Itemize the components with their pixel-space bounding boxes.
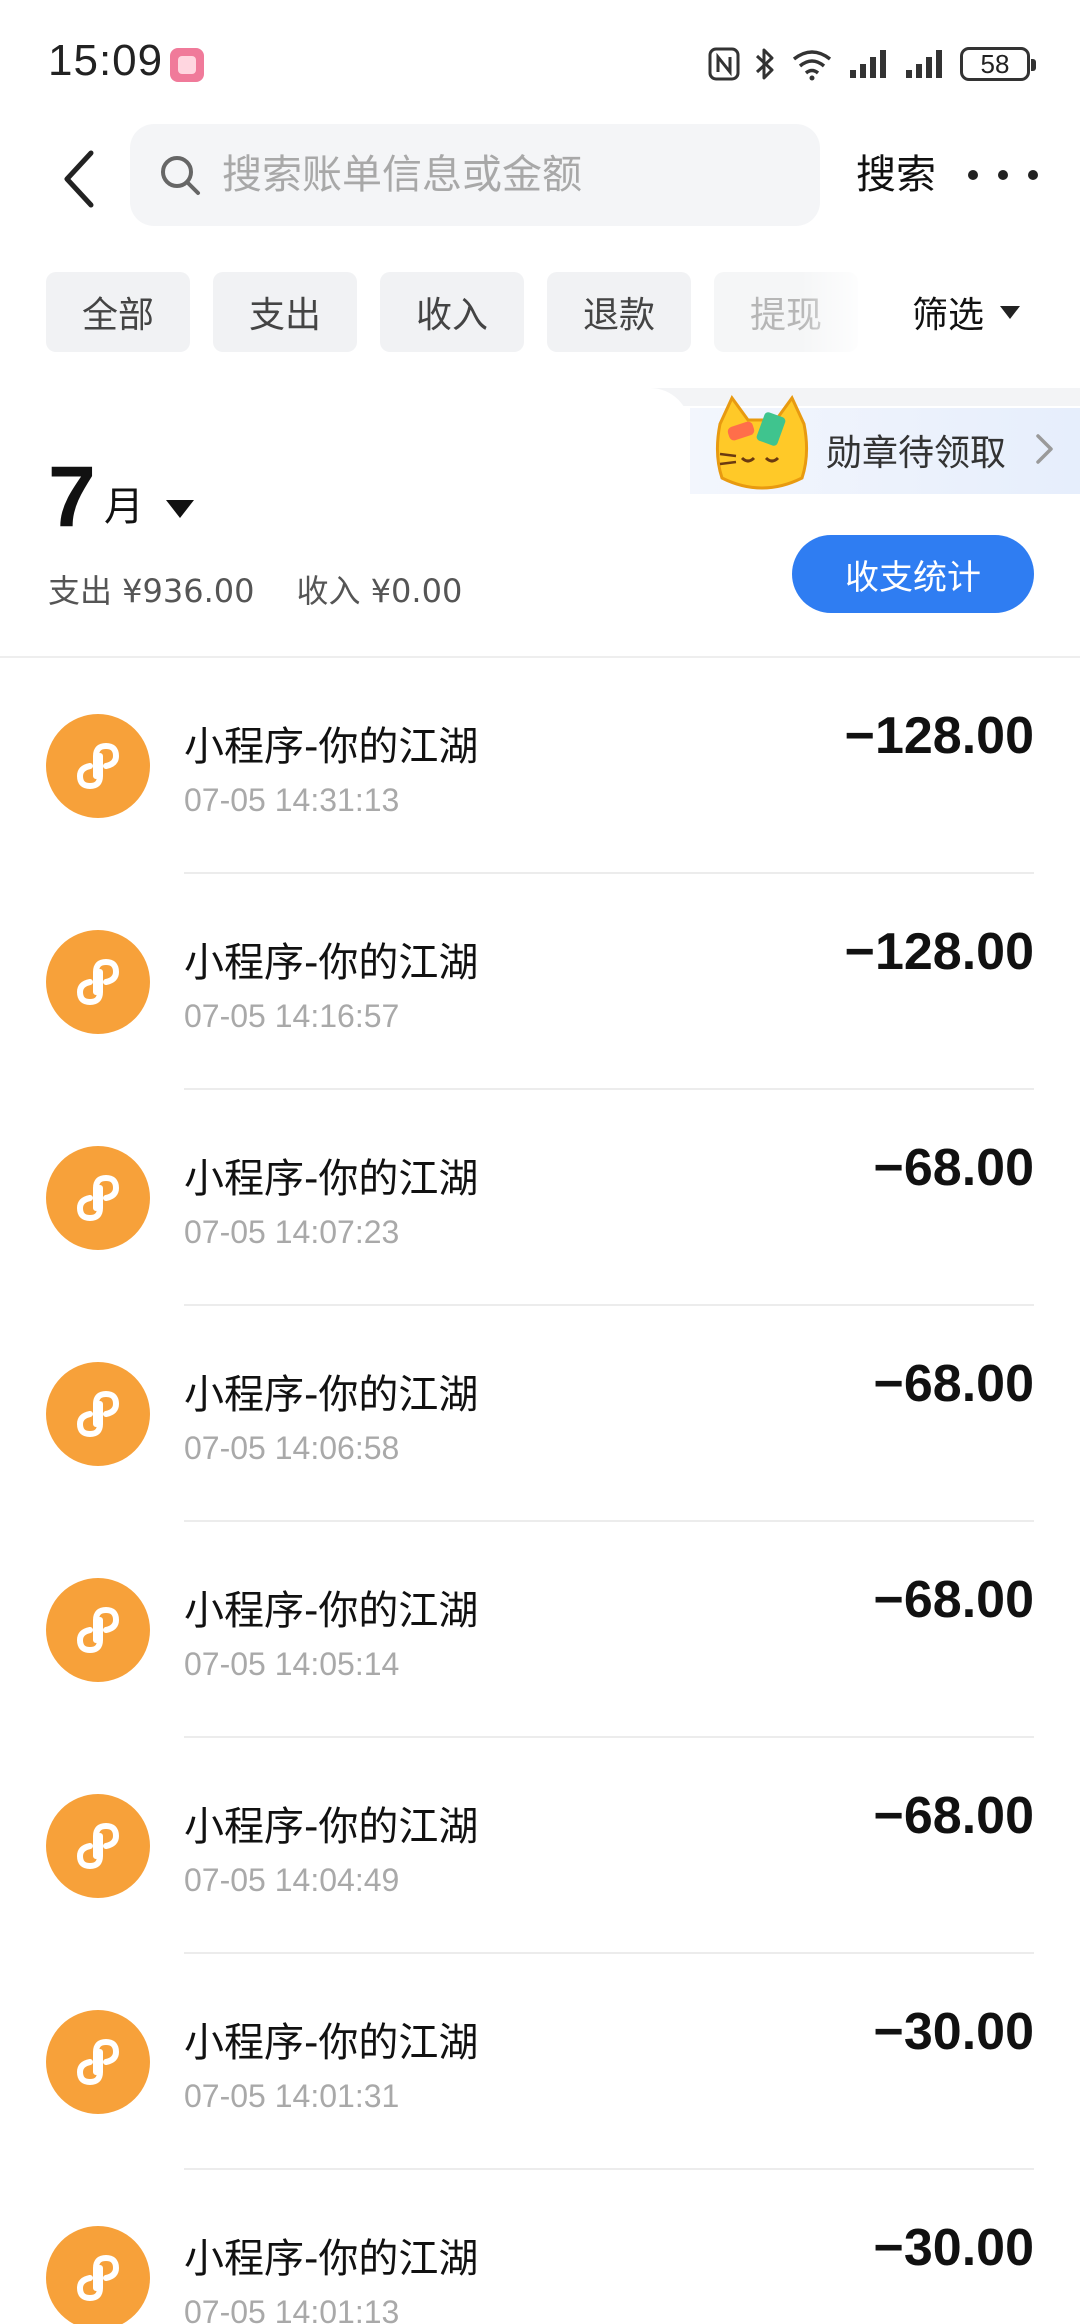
transaction-amount: −68.00 (873, 1787, 1035, 1845)
transaction-title: 小程序-你的江湖 (184, 2020, 479, 2066)
filter-chip-income[interactable]: 收入 (380, 272, 524, 352)
transaction-row[interactable]: 小程序-你的江湖 07-05 14:31:13 −128.00 (0, 658, 1080, 874)
transaction-time: 07-05 14:07:23 (184, 1214, 400, 1250)
badge-claim-label: 勋章待领取 (826, 433, 1007, 474)
filter-chip-expense[interactable]: 支出 (213, 272, 357, 352)
mini-program-icon (46, 714, 150, 818)
income-expense-stats-button[interactable]: 收支统计 (792, 535, 1034, 613)
caret-down-icon (165, 500, 194, 518)
back-button[interactable] (48, 144, 108, 214)
transaction-row[interactable]: 小程序-你的江湖 07-05 14:07:23 −68.00 (0, 1090, 1080, 1306)
transaction-amount: −68.00 (873, 1355, 1035, 1413)
transaction-row[interactable]: 小程序-你的江湖 07-05 14:05:14 −68.00 (0, 1522, 1080, 1738)
transaction-amount: −128.00 (844, 707, 1034, 765)
search-input[interactable] (220, 151, 804, 199)
filter-scroll-fade (800, 272, 870, 354)
transaction-amount: −30.00 (873, 2219, 1035, 2277)
transaction-time: 07-05 14:04:49 (184, 1862, 400, 1898)
battery-icon: 58 (960, 44, 1036, 84)
search-box[interactable] (130, 124, 820, 226)
chevron-right-icon (1034, 432, 1056, 466)
mini-program-icon (46, 1578, 150, 1682)
caret-down-icon (1000, 305, 1021, 319)
income-total: 收入 ¥0.00 (296, 572, 463, 610)
mini-program-icon (46, 930, 150, 1034)
cat-mascot-icon (706, 394, 818, 498)
nfc-icon (708, 44, 740, 84)
transaction-title: 小程序-你的江湖 (184, 1588, 479, 1634)
transaction-row[interactable]: 小程序-你的江湖 07-05 14:04:49 −68.00 (0, 1738, 1080, 1954)
transaction-time: 07-05 14:05:14 (184, 1646, 400, 1682)
bluetooth-icon (754, 44, 776, 84)
filter-dropdown-button[interactable]: 筛选 (912, 272, 1021, 352)
filter-dropdown-label: 筛选 (912, 295, 985, 336)
transaction-time: 07-05 14:16:57 (184, 998, 400, 1034)
search-button[interactable]: 搜索 (856, 144, 936, 206)
transaction-title: 小程序-你的江湖 (184, 2236, 479, 2282)
transaction-title: 小程序-你的江湖 (184, 1804, 479, 1850)
expense-total: 支出 ¥936.00 (48, 572, 255, 610)
back-arrow-icon (64, 150, 94, 208)
transaction-amount: −128.00 (844, 923, 1034, 981)
filter-bar: 全部 支出 收入 退款 提现 筛选 (0, 272, 1080, 354)
transaction-row[interactable]: 小程序-你的江湖 07-05 14:06:58 −68.00 (0, 1306, 1080, 1522)
transaction-row[interactable]: 小程序-你的江湖 07-05 14:16:57 −128.00 (0, 874, 1080, 1090)
mini-program-icon (46, 1794, 150, 1898)
mini-program-icon (46, 2226, 150, 2324)
mini-program-icon (46, 1146, 150, 1250)
transaction-time: 07-05 14:31:13 (184, 782, 400, 818)
signal-icon (848, 44, 890, 84)
month-number: 7 (48, 449, 96, 545)
notification-app-icon (170, 48, 204, 82)
transaction-time: 07-05 14:06:58 (184, 1430, 400, 1466)
filter-chip-all[interactable]: 全部 (46, 272, 190, 352)
transaction-amount: −68.00 (873, 1571, 1035, 1629)
search-header: 搜索 (0, 124, 1080, 234)
transaction-title: 小程序-你的江湖 (184, 1372, 479, 1418)
transaction-title: 小程序-你的江湖 (184, 1156, 479, 1202)
filter-chip-refund[interactable]: 退款 (547, 272, 691, 352)
wifi-icon (790, 44, 834, 84)
transaction-row[interactable]: 小程序-你的江湖 07-05 14:01:13 −30.00 (0, 2170, 1080, 2324)
transaction-row[interactable]: 小程序-你的江湖 07-05 14:01:31 −30.00 (0, 1954, 1080, 2170)
status-icons: 58 (708, 42, 1036, 86)
transaction-title: 小程序-你的江湖 (184, 940, 479, 986)
mini-program-icon (46, 1362, 150, 1466)
transaction-amount: −68.00 (873, 1139, 1035, 1197)
search-icon (156, 151, 204, 199)
month-unit: 月 (103, 484, 144, 530)
status-time: 15:09 (48, 36, 164, 85)
month-selector[interactable]: 7 月 (48, 452, 194, 542)
transaction-time: 07-05 14:01:31 (184, 2078, 400, 2114)
battery-level: 58 (960, 47, 1036, 81)
summary-card-tab (0, 388, 690, 428)
signal-icon (904, 44, 946, 84)
transaction-title: 小程序-你的江湖 (184, 724, 479, 770)
transaction-list: 小程序-你的江湖 07-05 14:31:13 −128.00 小程序-你的江湖… (0, 658, 1080, 2324)
transaction-amount: −30.00 (873, 2003, 1035, 2061)
status-bar: 15:09 58 (0, 0, 1080, 130)
more-options-icon[interactable] (968, 150, 1038, 200)
transaction-time: 07-05 14:01:13 (184, 2294, 400, 2324)
mini-program-icon (46, 2010, 150, 2114)
month-totals: 支出 ¥936.00 收入 ¥0.00 (48, 566, 462, 612)
